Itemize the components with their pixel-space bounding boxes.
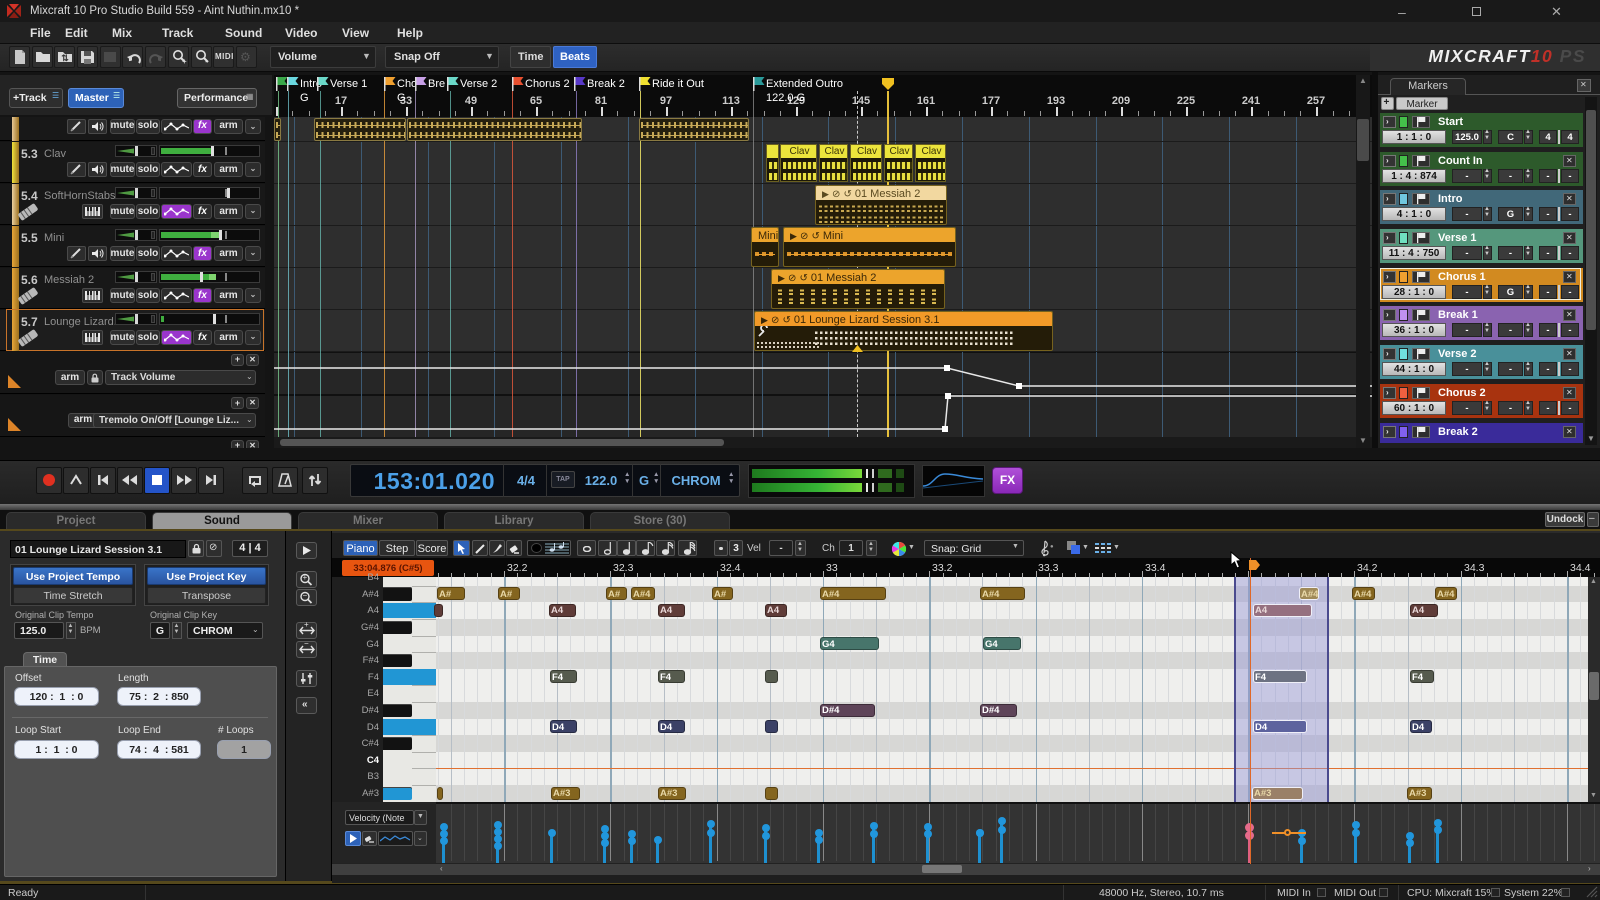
svg-text:⇅: ⇅ [61, 53, 69, 63]
svg-text:+: + [182, 57, 187, 65]
svg-text:-: - [205, 57, 208, 65]
